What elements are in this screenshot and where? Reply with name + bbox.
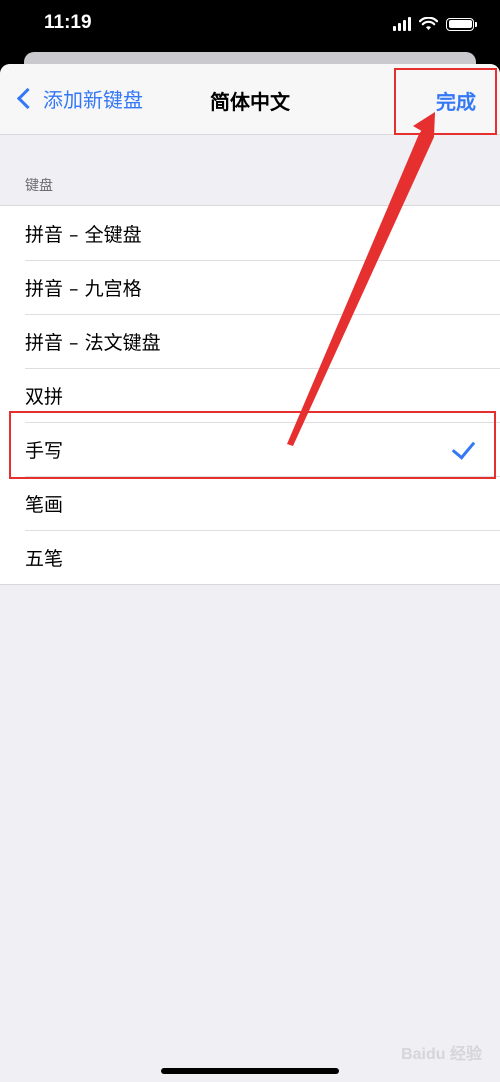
keyboard-label: 笔画 (25, 493, 64, 516)
watermark-logo: Baidu 经验 (401, 1046, 482, 1063)
list-item-keyboard[interactable]: 手写 (0, 422, 500, 476)
battery-icon (446, 17, 477, 31)
list-item-keyboard[interactable]: 笔画 (0, 476, 500, 530)
navigation-bar: 添加新键盘 简体中文 完成 (0, 64, 500, 135)
page-title: 简体中文 (210, 90, 290, 114)
status-time: 11:19 (44, 12, 92, 33)
checkmark-icon (451, 435, 476, 460)
keyboard-label: 拼音 – 全键盘 (25, 223, 142, 246)
keyboard-settings-sheet: 添加新键盘 简体中文 完成 键盘 拼音 – 全键盘 拼音 – 九宫格 拼音 – … (0, 64, 500, 1082)
list-item-keyboard[interactable]: 五笔 (0, 530, 500, 584)
home-indicator (161, 1068, 339, 1074)
list-item-keyboard[interactable]: 拼音 – 法文键盘 (0, 314, 500, 368)
list-item-keyboard[interactable]: 拼音 – 全键盘 (0, 206, 500, 260)
keyboard-label: 拼音 – 九宫格 (25, 277, 142, 300)
status-icons (393, 17, 477, 31)
list-item-keyboard[interactable]: 双拼 (0, 368, 500, 422)
keyboard-list: 拼音 – 全键盘 拼音 – 九宫格 拼音 – 法文键盘 双拼 手写 笔画 五笔 (0, 205, 500, 585)
keyboard-label: 五笔 (25, 547, 64, 570)
keyboard-label: 双拼 (25, 385, 64, 408)
wifi-icon (419, 17, 438, 30)
cellular-signal-icon (393, 17, 411, 31)
keyboard-label: 手写 (25, 439, 64, 462)
done-button[interactable]: 完成 (436, 86, 476, 115)
section-header-keyboards: 键盘 (25, 178, 53, 194)
list-item-keyboard[interactable]: 拼音 – 九宫格 (0, 260, 500, 314)
keyboard-label: 拼音 – 法文键盘 (25, 331, 161, 354)
status-bar: 11:19 (0, 0, 500, 52)
